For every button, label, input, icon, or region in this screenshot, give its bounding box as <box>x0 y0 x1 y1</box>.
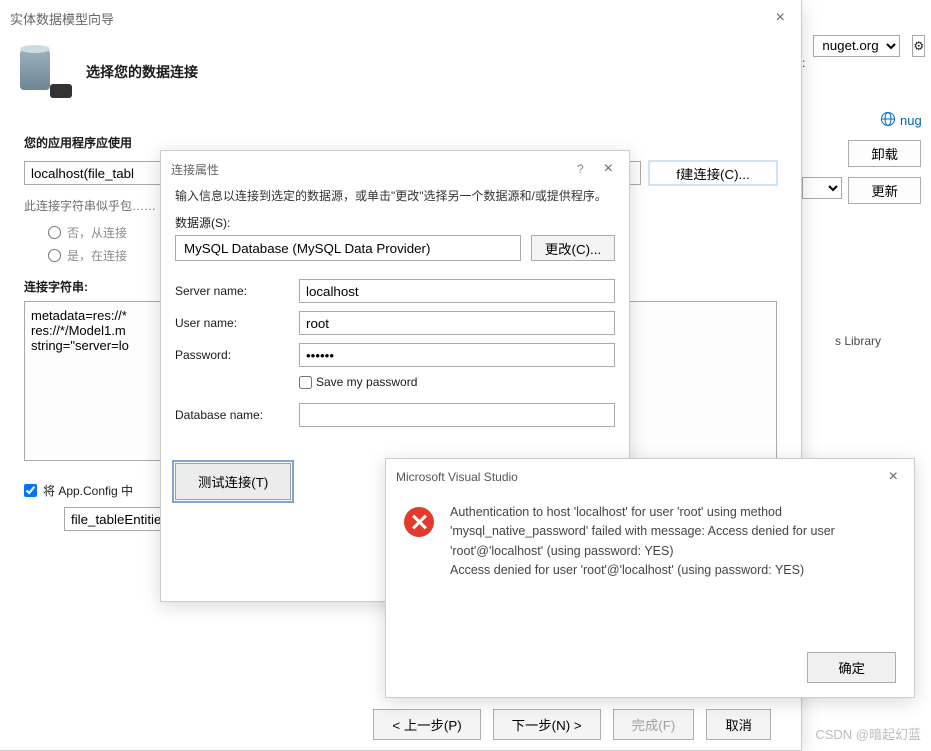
radio-yes-label: 是，在连接 <box>67 247 127 264</box>
gear-icon: ⚙ <box>913 39 924 53</box>
globe-icon <box>880 111 896 130</box>
wizard-footer-buttons: < 上一步(P) 下一步(N) > 完成(F) 取消 <box>373 709 771 740</box>
database-name-label: Database name: <box>175 408 299 422</box>
test-connection-button[interactable]: 测试连接(T) <box>175 463 291 500</box>
err-title: Microsoft Visual Studio <box>396 470 518 484</box>
error-icon <box>404 507 434 537</box>
close-icon[interactable]: × <box>883 469 904 485</box>
package-actions: 卸载 更新 <box>802 140 921 204</box>
data-source-label: 数据源(S): <box>175 214 615 231</box>
ok-button[interactable]: 确定 <box>807 652 896 683</box>
package-source-dropdown[interactable]: nuget.org <box>813 35 900 57</box>
error-dialog: Microsoft Visual Studio × Authentication… <box>385 458 915 698</box>
csdn-watermark: CSDN @暗起幻蓝 <box>815 724 921 743</box>
wizard-header: 选择您的数据连接 <box>0 30 801 124</box>
conn-title: 连接属性 <box>171 161 219 178</box>
close-icon[interactable]: × <box>770 10 791 26</box>
wizard-title: 实体数据模型向导 <box>10 9 114 28</box>
new-connection-button[interactable]: f建连接(C)... <box>649 161 777 185</box>
error-message: Authentication to host 'localhost' for u… <box>450 503 896 581</box>
wizard-titlebar: 实体数据模型向导 × <box>0 0 801 30</box>
save-appconfig-label: 将 App.Config 中 <box>43 482 133 499</box>
user-name-input[interactable] <box>299 311 615 335</box>
uninstall-button[interactable]: 卸载 <box>848 140 921 167</box>
conn-form: Server name: User name: Password: Save m… <box>175 279 615 427</box>
radio-no-label: 否，从连接 <box>67 224 127 241</box>
change-button[interactable]: 更改(C)... <box>531 235 615 261</box>
data-source-row: 更改(C)... <box>175 235 615 261</box>
finish-button: 完成(F) <box>613 709 695 740</box>
close-icon[interactable]: × <box>598 161 619 177</box>
prev-button[interactable]: < 上一步(P) <box>373 709 480 740</box>
save-appconfig-checkbox[interactable] <box>24 484 37 497</box>
update-button[interactable]: 更新 <box>848 177 921 204</box>
radio-no-include[interactable] <box>48 226 61 239</box>
library-text-fragment: s Library <box>835 334 881 348</box>
settings-gear-button[interactable]: ⚙ <box>912 35 925 57</box>
radio-yes-include[interactable] <box>48 249 61 262</box>
password-input[interactable] <box>299 343 615 367</box>
help-icon[interactable]: ? <box>577 162 584 176</box>
next-button[interactable]: 下一步(N) > <box>493 709 601 740</box>
conn-titlebar: 连接属性 ? × <box>161 151 629 181</box>
database-name-input[interactable] <box>299 403 615 427</box>
save-password-checkbox[interactable] <box>299 376 312 389</box>
cancel-button[interactable]: 取消 <box>706 709 771 740</box>
wizard-heading: 选择您的数据连接 <box>86 62 198 82</box>
database-icon <box>18 48 66 96</box>
password-label: Password: <box>175 348 299 362</box>
err-titlebar: Microsoft Visual Studio × <box>386 459 914 489</box>
version-dropdown[interactable] <box>802 177 842 199</box>
server-name-input[interactable] <box>299 279 615 303</box>
server-name-label: Server name: <box>175 284 299 298</box>
nuget-link-text: nug <box>900 113 922 128</box>
data-source-readonly <box>175 235 521 261</box>
app-conn-label: 您的应用程序应使用 <box>24 134 777 151</box>
save-password-label: Save my password <box>316 375 417 389</box>
user-name-label: User name: <box>175 316 299 330</box>
conn-intro-text: 输入信息以连接到选定的数据源，或单击"更改"选择另一个数据源和/或提供程序。 <box>175 187 615 206</box>
